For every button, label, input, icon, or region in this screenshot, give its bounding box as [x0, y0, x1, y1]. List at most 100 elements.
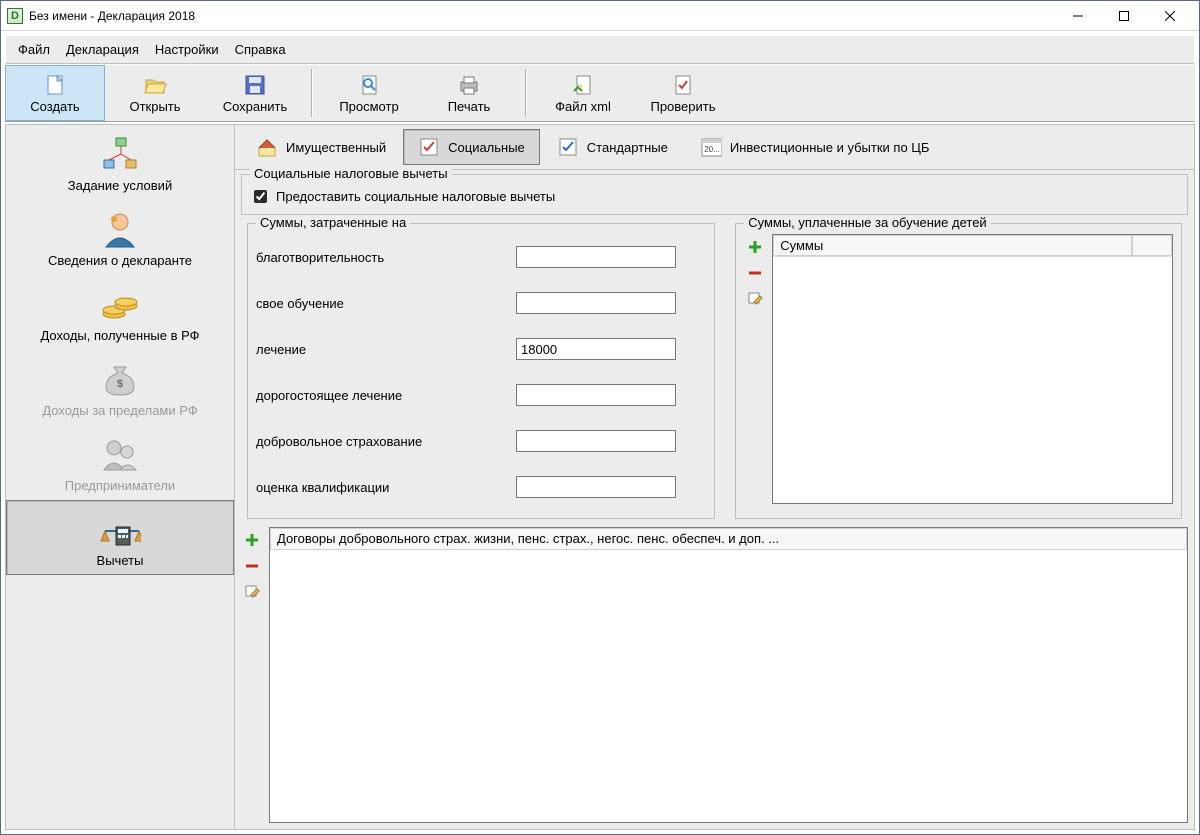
input-qualification[interactable] — [516, 476, 676, 498]
sidebar-item-deductions[interactable]: Вычеты — [6, 500, 234, 575]
column-spacer — [1132, 235, 1172, 256]
sidebar-item-conditions[interactable]: Задание условий — [6, 125, 234, 200]
titlebar: D Без имени - Декларация 2018 — [1, 1, 1199, 31]
sidebar-item-income-abroad: $ Доходы за пределами РФ — [6, 350, 234, 425]
menu-settings[interactable]: Настройки — [149, 40, 225, 59]
toolbar-filexml-button[interactable]: Файл xml — [533, 65, 633, 121]
maximize-button[interactable] — [1101, 1, 1147, 31]
sidebar-item-label: Сведения о декларанте — [48, 253, 192, 268]
tab-property[interactable]: Имущественный — [241, 129, 401, 165]
toolbar-save-label: Сохранить — [223, 99, 288, 114]
field-charity: благотворительность — [256, 234, 706, 280]
field-treatment: лечение — [256, 326, 706, 372]
tab-social[interactable]: Социальные — [403, 129, 540, 165]
sidebar-item-label: Доходы, полученные в РФ — [40, 328, 199, 343]
tab-content-social: Социальные налоговые вычеты Предоставить… — [235, 170, 1194, 829]
toolbar-check-button[interactable]: Проверить — [633, 65, 733, 121]
plus-icon — [747, 239, 763, 255]
remove-button[interactable] — [746, 264, 764, 282]
checklist-blue-icon — [557, 136, 579, 158]
menubar: Файл Декларация Настройки Справка — [5, 35, 1195, 64]
sidebar-item-income-rf[interactable]: Доходы, полученные в РФ — [6, 275, 234, 350]
printer-icon — [457, 73, 481, 97]
minimize-icon — [1073, 11, 1083, 21]
toolbar-open-label: Открыть — [129, 99, 180, 114]
toolbar-separator — [311, 69, 313, 117]
minus-icon — [747, 265, 763, 281]
group-legend: Суммы, затраченные на — [256, 215, 410, 230]
tab-invest[interactable]: 20... Инвестиционные и убытки по ЦБ — [685, 129, 945, 165]
input-voluntary-insurance[interactable] — [516, 430, 676, 452]
flowchart-icon — [99, 134, 141, 174]
contracts-list[interactable]: Договоры добровольного страх. жизни, пен… — [269, 527, 1188, 823]
window-title: Без имени - Декларация 2018 — [29, 9, 195, 23]
group-legend: Социальные налоговые вычеты — [250, 166, 452, 181]
input-own-edu[interactable] — [516, 292, 676, 314]
remove-button[interactable] — [243, 557, 261, 575]
edit-button[interactable] — [243, 583, 261, 601]
toolbar-save-button[interactable]: Сохранить — [205, 65, 305, 121]
field-expensive-treatment: дорогостоящее лечение — [256, 372, 706, 418]
toolbar-print-button[interactable]: Печать — [419, 65, 519, 121]
contracts-area: Договоры добровольного страх. жизни, пен… — [241, 527, 1188, 823]
calculator-scales-icon — [99, 509, 141, 549]
add-button[interactable] — [243, 531, 261, 549]
menu-file[interactable]: Файл — [12, 40, 56, 59]
contracts-column-header[interactable]: Договоры добровольного страх. жизни, пен… — [270, 528, 1187, 550]
group-spent-amounts: Суммы, затраченные на благотворительност… — [247, 223, 715, 519]
contracts-toolbar — [241, 527, 263, 823]
edit-button[interactable] — [746, 290, 764, 308]
sidebar-item-label: Задание условий — [68, 178, 172, 193]
field-label: лечение — [256, 342, 516, 357]
menu-help[interactable]: Справка — [229, 40, 292, 59]
edit-icon — [244, 584, 260, 600]
sidebar-item-label: Предприниматели — [65, 478, 175, 493]
field-label: свое обучение — [256, 296, 516, 311]
input-charity[interactable] — [516, 246, 676, 268]
sidebar-item-label: Вычеты — [97, 553, 144, 568]
children-edu-list[interactable]: Суммы — [772, 234, 1173, 504]
magnifier-page-icon — [357, 73, 381, 97]
minimize-button[interactable] — [1055, 1, 1101, 31]
svg-text:$: $ — [117, 378, 123, 390]
provide-social-label: Предоставить социальные налоговые вычеты — [276, 189, 555, 204]
toolbar-open-button[interactable]: Открыть — [105, 65, 205, 121]
sidebar-item-declarant[interactable]: Сведения о декларанте — [6, 200, 234, 275]
minus-icon — [244, 558, 260, 574]
close-icon — [1165, 11, 1175, 21]
coins-icon — [99, 284, 141, 324]
field-label: благотворительность — [256, 250, 516, 265]
toolbar-check-label: Проверить — [650, 99, 715, 114]
folder-open-icon — [143, 73, 167, 97]
body: Задание условий Сведения о декларанте До… — [5, 124, 1195, 830]
list-header: Суммы — [773, 235, 1172, 257]
provide-social-checkbox[interactable] — [254, 190, 267, 203]
house-icon — [256, 136, 278, 158]
column-sums[interactable]: Суммы — [773, 235, 1132, 256]
svg-text:20...: 20... — [704, 145, 720, 154]
app-window: D Без имени - Декларация 2018 Файл Декла… — [0, 0, 1200, 835]
add-button[interactable] — [746, 238, 764, 256]
group-legend: Суммы, уплаченные за обучение детей — [744, 215, 990, 230]
plus-icon — [244, 532, 260, 548]
person-icon — [99, 209, 141, 249]
input-treatment[interactable] — [516, 338, 676, 360]
calendar-icon: 20... — [700, 136, 722, 158]
sidebar-item-label: Доходы за пределами РФ — [42, 403, 197, 418]
menu-declaration[interactable]: Декларация — [60, 40, 145, 59]
toolbar-preview-label: Просмотр — [339, 99, 398, 114]
edit-icon — [747, 291, 763, 307]
tab-label: Имущественный — [286, 140, 386, 155]
deduction-tabs: Имущественный Социальные Стандартные — [235, 125, 1194, 170]
children-toolbar — [744, 234, 766, 504]
toolbar-preview-button[interactable]: Просмотр — [319, 65, 419, 121]
field-label: дорогостоящее лечение — [256, 388, 516, 403]
check-page-icon — [671, 73, 695, 97]
tab-standard[interactable]: Стандартные — [542, 129, 683, 165]
input-expensive-treatment[interactable] — [516, 384, 676, 406]
close-button[interactable] — [1147, 1, 1193, 31]
toolbar-create-button[interactable]: Создать — [5, 65, 105, 121]
checklist-icon — [418, 136, 440, 158]
save-icon — [243, 73, 267, 97]
sidebar: Задание условий Сведения о декларанте До… — [5, 124, 235, 830]
